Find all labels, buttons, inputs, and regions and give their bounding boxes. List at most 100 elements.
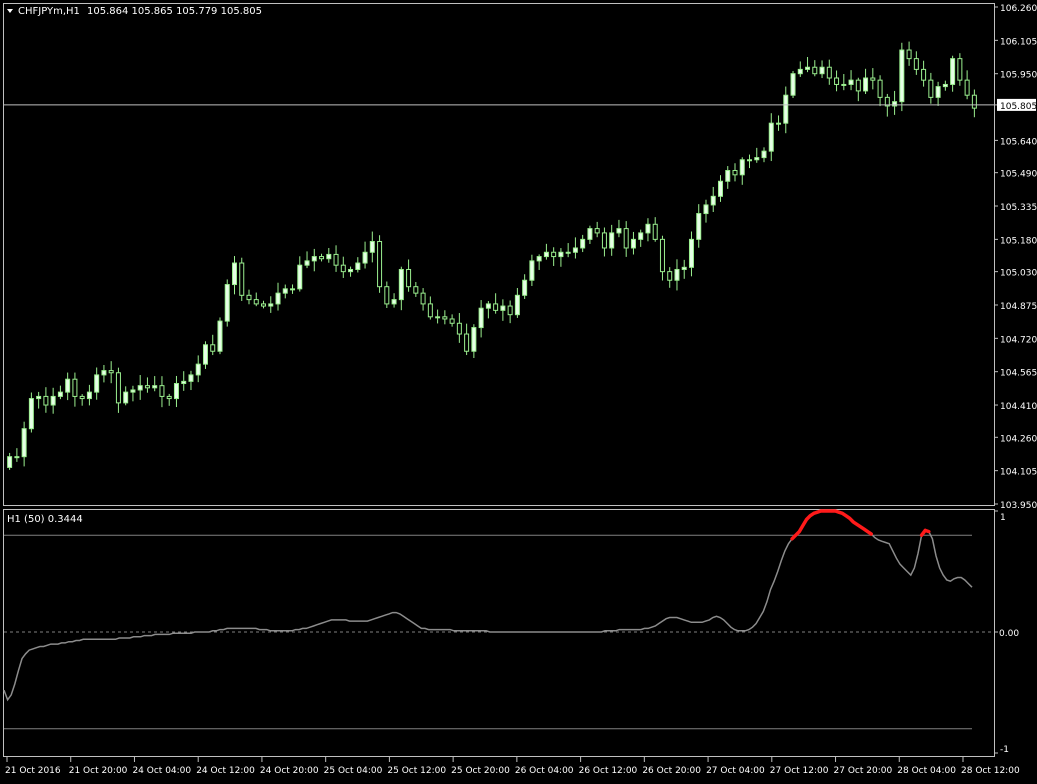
price-tick-label: 105.180	[1000, 236, 1037, 246]
price-tick-label: 106.105	[1000, 37, 1037, 47]
price-tick-label: 106.260	[1000, 4, 1037, 14]
candle-body	[391, 299, 397, 305]
candle-body	[464, 333, 470, 352]
time-tick-label: 26 Oct 20:00	[642, 766, 701, 776]
candle-body	[442, 316, 448, 320]
candle-body	[688, 238, 694, 268]
candle-body	[297, 264, 303, 290]
candle-body	[471, 327, 477, 352]
candle-body	[928, 79, 934, 98]
candle-body	[805, 66, 811, 70]
candle-body	[493, 303, 499, 311]
candle-body	[239, 262, 245, 296]
candle-body	[72, 378, 78, 397]
candle-body	[935, 86, 941, 98]
candle-body	[246, 294, 252, 301]
candle-body	[776, 122, 782, 125]
candle-body	[732, 170, 738, 176]
candle-body	[877, 79, 883, 98]
candle-body	[514, 294, 520, 316]
time-tick-label: 28 Oct 04:00	[897, 766, 956, 776]
candle-body	[28, 398, 34, 430]
candle-body	[790, 73, 796, 96]
candle-body	[290, 288, 296, 291]
candle-body	[36, 395, 42, 400]
time-tick-label: 27 Oct 20:00	[834, 766, 893, 776]
candle-body	[130, 389, 136, 393]
time-tick-label: 25 Oct 12:00	[387, 766, 446, 776]
candle-body	[696, 213, 702, 240]
candle-body	[384, 286, 390, 305]
candle-body	[725, 170, 731, 182]
price-tick-label: 104.875	[1000, 302, 1037, 312]
symbol-label: CHFJPYm,H1	[18, 6, 80, 17]
price-tick-label: 104.105	[1000, 468, 1037, 478]
candle-body	[427, 303, 433, 318]
candle-body	[108, 370, 114, 374]
candle-body	[609, 232, 615, 249]
candle-body	[848, 79, 854, 85]
price-tick-label: 105.950	[1000, 71, 1037, 81]
time-tick-label: 26 Oct 12:00	[579, 766, 638, 776]
candle-body	[906, 49, 912, 60]
price-tick-label: 104.720	[1000, 335, 1037, 345]
candle-body	[50, 395, 56, 406]
candle-body	[261, 303, 267, 307]
candle-body	[202, 344, 208, 365]
candle-body	[304, 260, 310, 266]
candle-body	[870, 77, 876, 81]
candle-body	[14, 456, 20, 459]
candle-body	[137, 385, 143, 391]
candle-body	[921, 68, 927, 81]
candle-body	[406, 268, 412, 288]
candle-body	[420, 292, 426, 305]
candle-body	[340, 264, 346, 273]
candle-body	[623, 228, 629, 249]
candle-body	[166, 395, 172, 400]
price-tick-label: 105.490	[1000, 170, 1037, 180]
candle-body	[159, 385, 165, 397]
candle-body	[282, 288, 288, 294]
candle-body	[630, 238, 636, 249]
candle-body	[681, 266, 687, 270]
candle-body	[717, 180, 723, 197]
candle-body	[311, 256, 317, 262]
candle-body	[674, 268, 680, 281]
candle-body	[7, 456, 13, 468]
candle-body	[855, 79, 861, 92]
time-tick-label: 24 Oct 04:00	[132, 766, 191, 776]
candle-body	[348, 268, 354, 273]
candle-body	[43, 395, 49, 406]
candle-body	[703, 204, 709, 215]
candle-body	[144, 385, 150, 389]
candle-body	[747, 159, 753, 162]
candle-body	[913, 58, 919, 70]
candle-body	[268, 303, 274, 307]
candle-body	[645, 223, 651, 234]
candle-body	[377, 241, 383, 288]
candle-body	[536, 256, 542, 262]
candle-body	[94, 374, 100, 393]
candle-body	[319, 256, 325, 260]
candle-body	[362, 251, 368, 264]
candle-body	[413, 286, 419, 294]
price-tick-label: 103.950	[1000, 501, 1037, 511]
candle-body	[500, 305, 506, 311]
indicator-tick-label: 1	[1000, 513, 1006, 523]
candle-body	[435, 316, 441, 319]
time-tick-label: 25 Oct 04:00	[324, 766, 383, 776]
candle-body	[826, 66, 832, 79]
candle-body	[188, 374, 194, 382]
candle-body	[580, 238, 586, 249]
candle-body	[587, 228, 593, 240]
candle-body	[86, 391, 92, 400]
candle-body	[101, 370, 107, 376]
price-tick-label: 105.030	[1000, 269, 1037, 279]
candle-body	[659, 238, 665, 273]
candle-body	[217, 320, 223, 352]
candle-body	[79, 395, 85, 400]
candle-body	[181, 380, 187, 385]
candle-body	[950, 58, 956, 85]
candle-body	[812, 66, 818, 75]
ohlc-values: 105.864 105.865 105.779 105.805	[87, 6, 262, 17]
